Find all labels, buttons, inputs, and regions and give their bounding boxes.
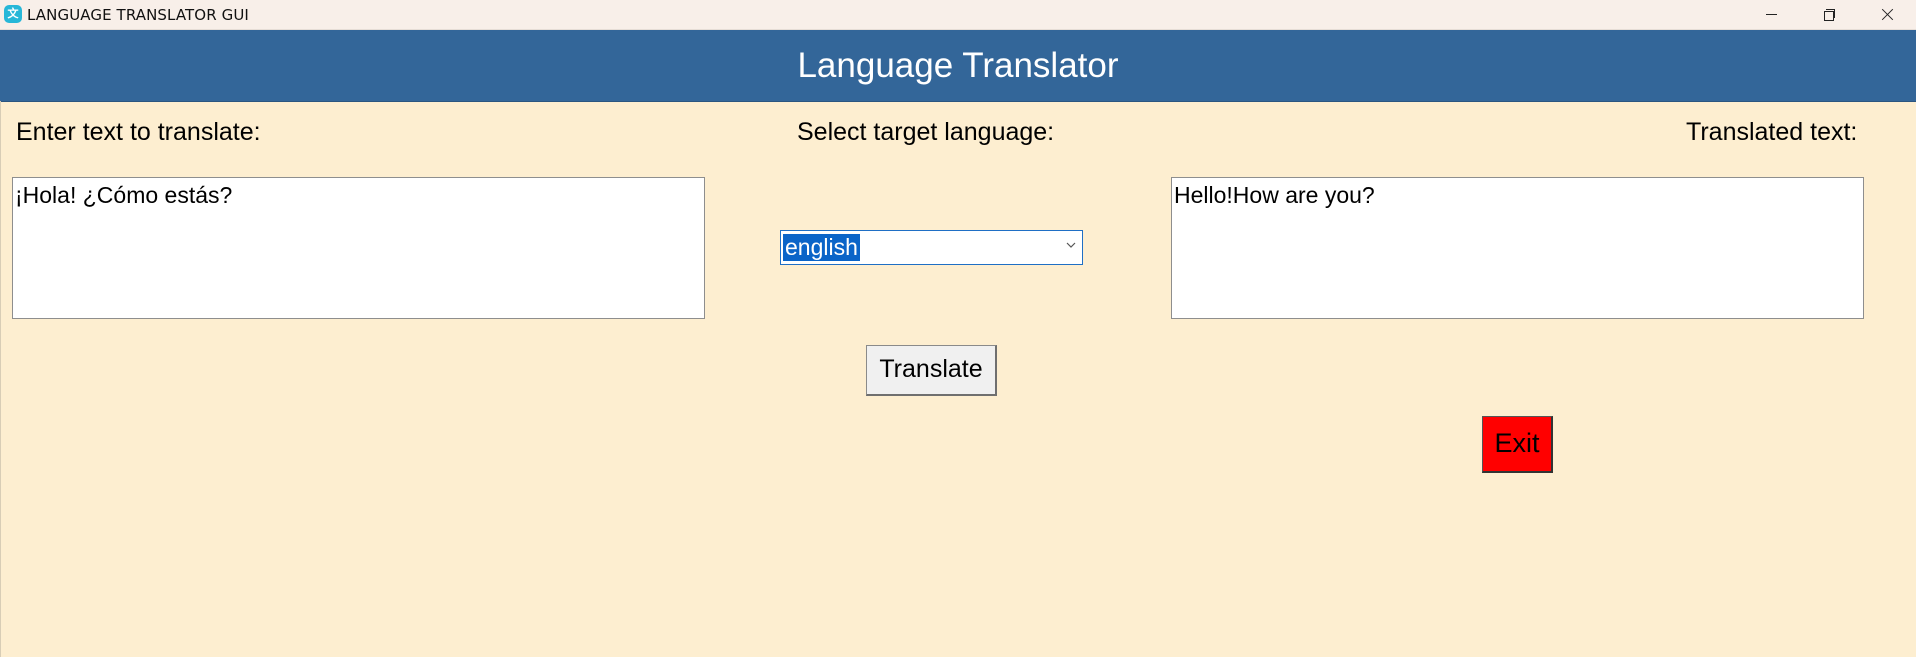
window-title-bar: 文 LANGUAGE TRANSLATOR GUI [0,0,1916,30]
maximize-icon [1823,9,1835,21]
page-title: Language Translator [797,46,1119,85]
target-language-select[interactable]: english [780,230,1083,265]
minimize-icon [1765,14,1777,15]
selected-language: english [783,234,860,261]
window-title: LANGUAGE TRANSLATOR GUI [27,6,249,24]
header-banner: Language Translator [0,30,1916,102]
translated-text-output[interactable]: Hello!How are you? [1171,177,1864,319]
minimize-button[interactable] [1742,0,1800,29]
source-text-label: Enter text to translate: [16,118,261,146]
translated-text-label: Translated text: [1686,118,1858,146]
exit-button[interactable]: Exit [1482,416,1553,473]
maximize-button[interactable] [1800,0,1858,29]
source-text-input[interactable]: ¡Hola! ¿Cómo estás? [12,177,705,319]
translate-button[interactable]: Translate [866,345,997,396]
target-language-label: Select target language: [797,118,1055,146]
close-icon [1881,8,1894,21]
translate-app-icon: 文 [4,5,22,23]
chevron-down-icon [1066,242,1076,248]
close-window-button[interactable] [1858,0,1916,29]
window-border [0,101,1,657]
